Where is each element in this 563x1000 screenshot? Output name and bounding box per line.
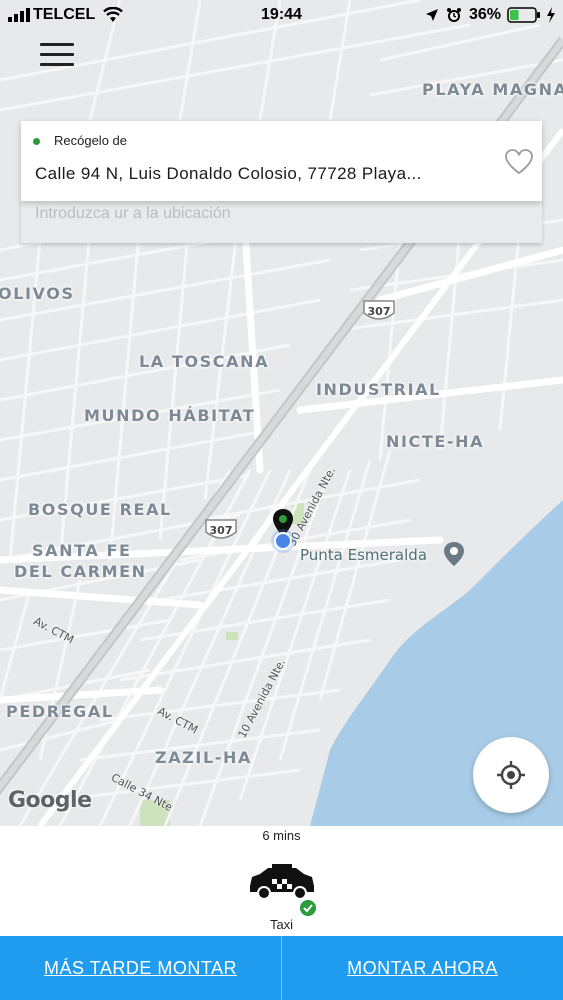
highway-shield: 307 [362, 299, 396, 323]
battery-icon [507, 7, 540, 23]
map-label-zazil-ha: ZAZIL-HA [155, 748, 252, 767]
poi-punta-esmeralda[interactable]: Punta Esmeralda [300, 546, 427, 564]
locate-me-button[interactable] [473, 737, 549, 813]
battery-percent: 36% [469, 6, 502, 23]
eta-label: 6 mins [262, 828, 301, 843]
map-label-pedregal: PEDREGAL [6, 702, 114, 721]
charging-icon [547, 7, 555, 23]
destination-field[interactable]: Introduzca ur a la ubicación [21, 199, 542, 243]
crosshair-locate-icon [497, 761, 525, 789]
poi-label: Punta Esmeralda [300, 546, 428, 564]
google-attribution: Google [8, 788, 92, 813]
menu-line [40, 43, 74, 46]
destination-placeholder: Introduzca ur a la ubicación [35, 205, 231, 222]
action-bar: MÁS TARDE MONTAR MONTAR AHORA [0, 936, 563, 1000]
hamburger-menu-icon[interactable] [40, 43, 74, 69]
map-label-bosque-real: BOSQUE REAL [28, 500, 172, 519]
status-bar: TELCEL 19:44 36% [0, 0, 563, 30]
menu-line [40, 63, 74, 66]
pickup-address[interactable]: Calle 94 N, Luis Donaldo Colosio, 77728 … [35, 164, 422, 184]
heart-icon[interactable] [504, 148, 534, 176]
ride-later-button[interactable]: MÁS TARDE MONTAR [0, 936, 281, 1000]
poi-icon [444, 542, 464, 566]
taxi-car-icon[interactable] [246, 862, 318, 902]
pickup-card[interactable]: Recógelo de Calle 94 N, Luis Donaldo Col… [21, 121, 542, 201]
check-icon [300, 900, 316, 916]
ride-now-button[interactable]: MONTAR AHORA [282, 936, 563, 1000]
ride-options-panel: 6 mins Taxi [0, 826, 563, 936]
location-arrow-icon [426, 9, 438, 21]
map-label-olivos: OLIVOS [0, 284, 75, 303]
map-label-del-carmen: DEL CARMEN [14, 562, 147, 581]
map-label-industrial: INDUSTRIAL [316, 380, 441, 399]
map-label-playa-magna: PLAYA MAGNA [422, 80, 563, 99]
map-label-mundo-habitat: MUNDO HÁBITAT [84, 406, 256, 425]
taxi-label: Taxi [269, 917, 294, 932]
map-label-nicte-ha: NICTE-HA [386, 432, 485, 451]
map-label-la-toscana: LA TOSCANA [139, 352, 270, 371]
menu-line [40, 53, 74, 56]
pickup-dot-icon [33, 138, 40, 145]
user-location-dot [271, 529, 295, 553]
alarm-icon [447, 8, 461, 22]
highway-shield: 307 [204, 518, 238, 542]
map-label-santa-fe: SANTA FE [32, 541, 132, 560]
pickup-label: Recógelo de [54, 133, 127, 148]
